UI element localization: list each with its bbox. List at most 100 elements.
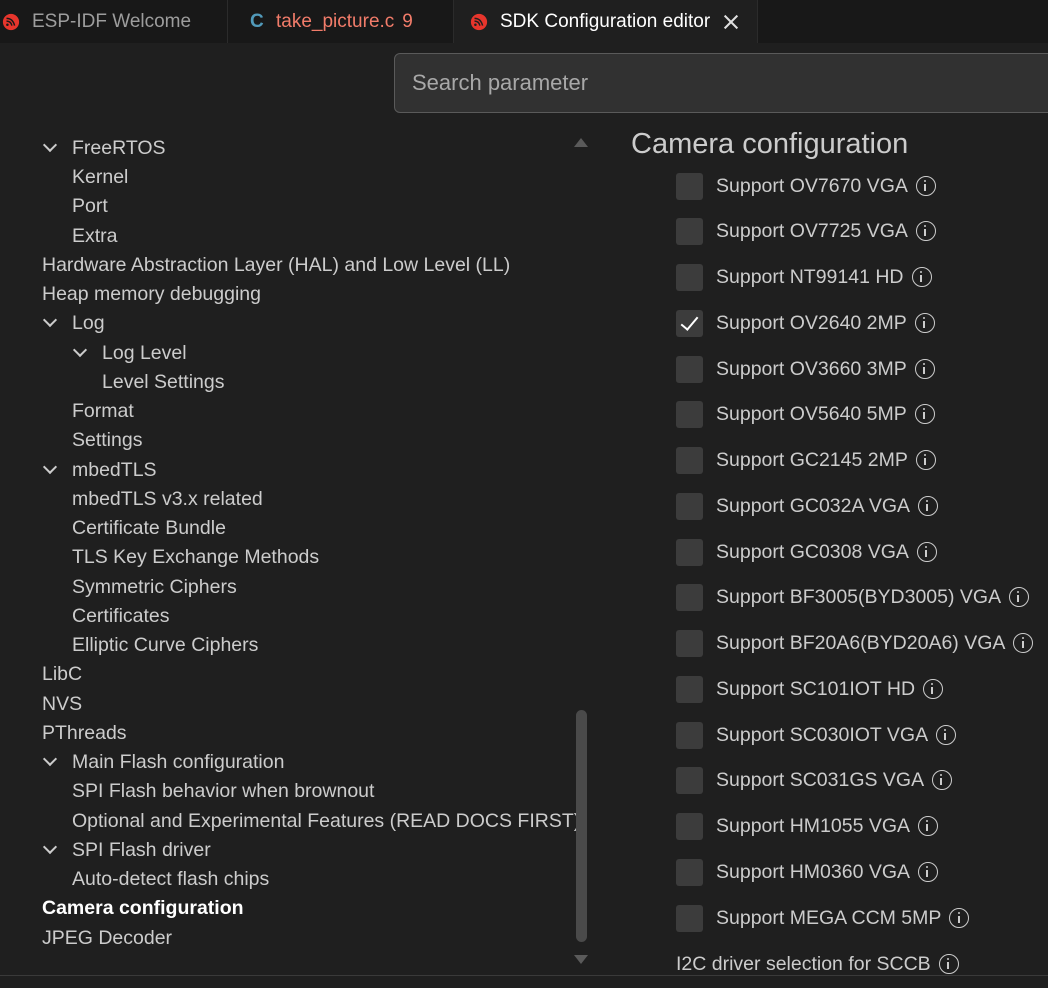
tree-item-auto-detect-flash-chips[interactable]: Auto-detect flash chips	[72, 865, 269, 894]
checkbox[interactable]	[676, 263, 703, 291]
checkbox[interactable]	[676, 446, 703, 474]
tree-item-level-settings[interactable]: Level Settings	[102, 368, 225, 397]
tree-item-log[interactable]: Log	[42, 309, 105, 338]
info-icon[interactable]	[918, 496, 939, 516]
info-icon[interactable]	[1009, 587, 1030, 607]
checkbox[interactable]	[676, 538, 703, 566]
checkbox[interactable]	[676, 858, 703, 886]
chevron-down-icon[interactable]	[42, 459, 58, 475]
info-icon[interactable]	[915, 450, 936, 470]
tree-item-extra[interactable]: Extra	[72, 222, 118, 251]
info-icon[interactable]	[916, 542, 937, 562]
tree-item-nvs[interactable]: NVS	[42, 690, 82, 719]
option-hm0360: Support HM0360 VGA	[676, 858, 939, 886]
chevron-down-icon[interactable]	[42, 312, 58, 328]
checkbox[interactable]	[676, 492, 703, 520]
tree-scrollbar-thumb[interactable]	[576, 710, 587, 942]
tree-item-settings[interactable]: Settings	[72, 426, 142, 455]
espressif-icon	[2, 13, 20, 30]
chevron-down-icon[interactable]	[42, 839, 58, 855]
option-sc101iot: Support SC101IOT HD	[676, 675, 944, 703]
option-label: Support SC030IOT VGA	[716, 723, 929, 746]
tree-item-heap-memory-debugging[interactable]: Heap memory debugging	[42, 280, 261, 309]
info-icon[interactable]	[1013, 633, 1034, 653]
tab-label: take_picture.c	[276, 10, 395, 32]
tree-item-spi-flash-driver[interactable]: SPI Flash driver	[42, 836, 211, 865]
tree-item-optional-experimental[interactable]: Optional and Experimental Features (READ…	[72, 807, 580, 836]
tab-bar: ESP-IDF Welcome C take_picture.c 9 SDK C…	[0, 0, 1048, 43]
tree-item-camera-configuration[interactable]: Camera configuration	[42, 894, 244, 923]
chevron-down-icon[interactable]	[42, 751, 58, 767]
checkbox[interactable]	[676, 721, 703, 749]
info-icon[interactable]	[918, 862, 939, 882]
info-icon[interactable]	[923, 679, 944, 699]
tree-item-freertos[interactable]: FreeRTOS	[42, 134, 166, 163]
checkbox[interactable]	[676, 400, 703, 428]
tree-item-label: Elliptic Curve Ciphers	[72, 634, 259, 656]
tree-item-elliptic-curve-ciphers[interactable]: Elliptic Curve Ciphers	[72, 631, 258, 660]
info-icon[interactable]	[915, 176, 936, 196]
tree-item-pthreads[interactable]: PThreads	[42, 719, 127, 748]
tree-item-mbedtls-v3[interactable]: mbedTLS v3.x related	[72, 485, 263, 514]
scroll-down-arrow-icon[interactable]	[574, 955, 588, 964]
tree-item-libc[interactable]: LibC	[42, 660, 82, 689]
checkbox[interactable]	[676, 812, 703, 840]
tree-item-certificate-bundle[interactable]: Certificate Bundle	[72, 514, 226, 543]
option-bf3005: Support BF3005(BYD3005) VGA	[676, 583, 1030, 611]
option-label: Support MEGA CCM 5MP	[716, 906, 942, 929]
info-icon[interactable]	[949, 908, 970, 928]
checkbox[interactable]	[676, 766, 703, 794]
close-icon[interactable]	[722, 13, 740, 31]
tree-item-label: PThreads	[42, 722, 127, 744]
checkbox-checked[interactable]	[676, 309, 703, 337]
checkbox[interactable]	[676, 172, 703, 200]
tree-item-log-level[interactable]: Log Level	[72, 339, 187, 368]
tree-item-tls-key-exchange[interactable]: TLS Key Exchange Methods	[72, 543, 319, 572]
tree-item-kernel[interactable]: Kernel	[72, 163, 128, 192]
tree-item-format[interactable]: Format	[72, 397, 134, 426]
info-icon[interactable]	[914, 359, 935, 379]
tree-item-label: SPI Flash driver	[72, 839, 211, 861]
tab-label: ESP-IDF Welcome	[32, 10, 192, 32]
chevron-down-icon[interactable]	[42, 137, 58, 153]
tree-item-label: Extra	[72, 225, 118, 247]
checkbox[interactable]	[676, 675, 703, 703]
scroll-up-arrow-icon[interactable]	[574, 138, 588, 147]
info-icon[interactable]	[936, 725, 957, 745]
tab-esp-idf-welcome[interactable]: ESP-IDF Welcome	[0, 0, 228, 43]
chevron-down-icon[interactable]	[72, 342, 88, 358]
i2c-driver-selection: I2C driver selection for SCCB	[676, 950, 959, 978]
tree-item-spi-flash-brownout[interactable]: SPI Flash behavior when brownout	[72, 777, 374, 806]
tab-take-picture-c[interactable]: C take_picture.c 9	[228, 0, 454, 43]
tree-item-jpeg-decoder[interactable]: JPEG Decoder	[42, 924, 172, 953]
tree-item-port[interactable]: Port	[72, 192, 108, 221]
info-icon[interactable]	[914, 404, 935, 424]
tree-item-label: FreeRTOS	[72, 137, 166, 159]
tree-item-symmetric-ciphers[interactable]: Symmetric Ciphers	[72, 573, 237, 602]
tree-item-hal[interactable]: Hardware Abstraction Layer (HAL) and Low…	[42, 251, 510, 280]
option-label: Support GC2145 2MP	[716, 448, 908, 471]
tree-item-mbedtls[interactable]: mbedTLS	[42, 456, 157, 485]
checkbox[interactable]	[676, 583, 703, 611]
tree-item-label: Certificates	[72, 605, 170, 627]
checkbox[interactable]	[676, 904, 703, 932]
checkbox[interactable]	[676, 217, 703, 245]
tree-item-certificates[interactable]: Certificates	[72, 602, 170, 631]
tab-sdk-configuration-editor[interactable]: SDK Configuration editor	[454, 0, 758, 43]
info-icon[interactable]	[938, 954, 959, 974]
info-icon[interactable]	[914, 313, 935, 333]
search-input[interactable]	[394, 53, 1048, 113]
checkbox[interactable]	[676, 355, 703, 383]
info-icon[interactable]	[918, 816, 939, 836]
tree-item-label: Certificate Bundle	[72, 517, 226, 539]
tree-item-label: Log Level	[102, 342, 187, 364]
tree-item-main-flash-configuration[interactable]: Main Flash configuration	[42, 748, 284, 777]
option-ov2640: Support OV2640 2MP	[676, 309, 935, 337]
info-icon[interactable]	[915, 221, 936, 241]
option-label: Support OV7670 VGA	[716, 174, 908, 197]
info-icon[interactable]	[932, 770, 953, 790]
option-label: I2C driver selection for SCCB	[676, 952, 931, 975]
option-ov7725: Support OV7725 VGA	[676, 217, 936, 245]
checkbox[interactable]	[676, 629, 703, 657]
info-icon[interactable]	[911, 267, 932, 287]
